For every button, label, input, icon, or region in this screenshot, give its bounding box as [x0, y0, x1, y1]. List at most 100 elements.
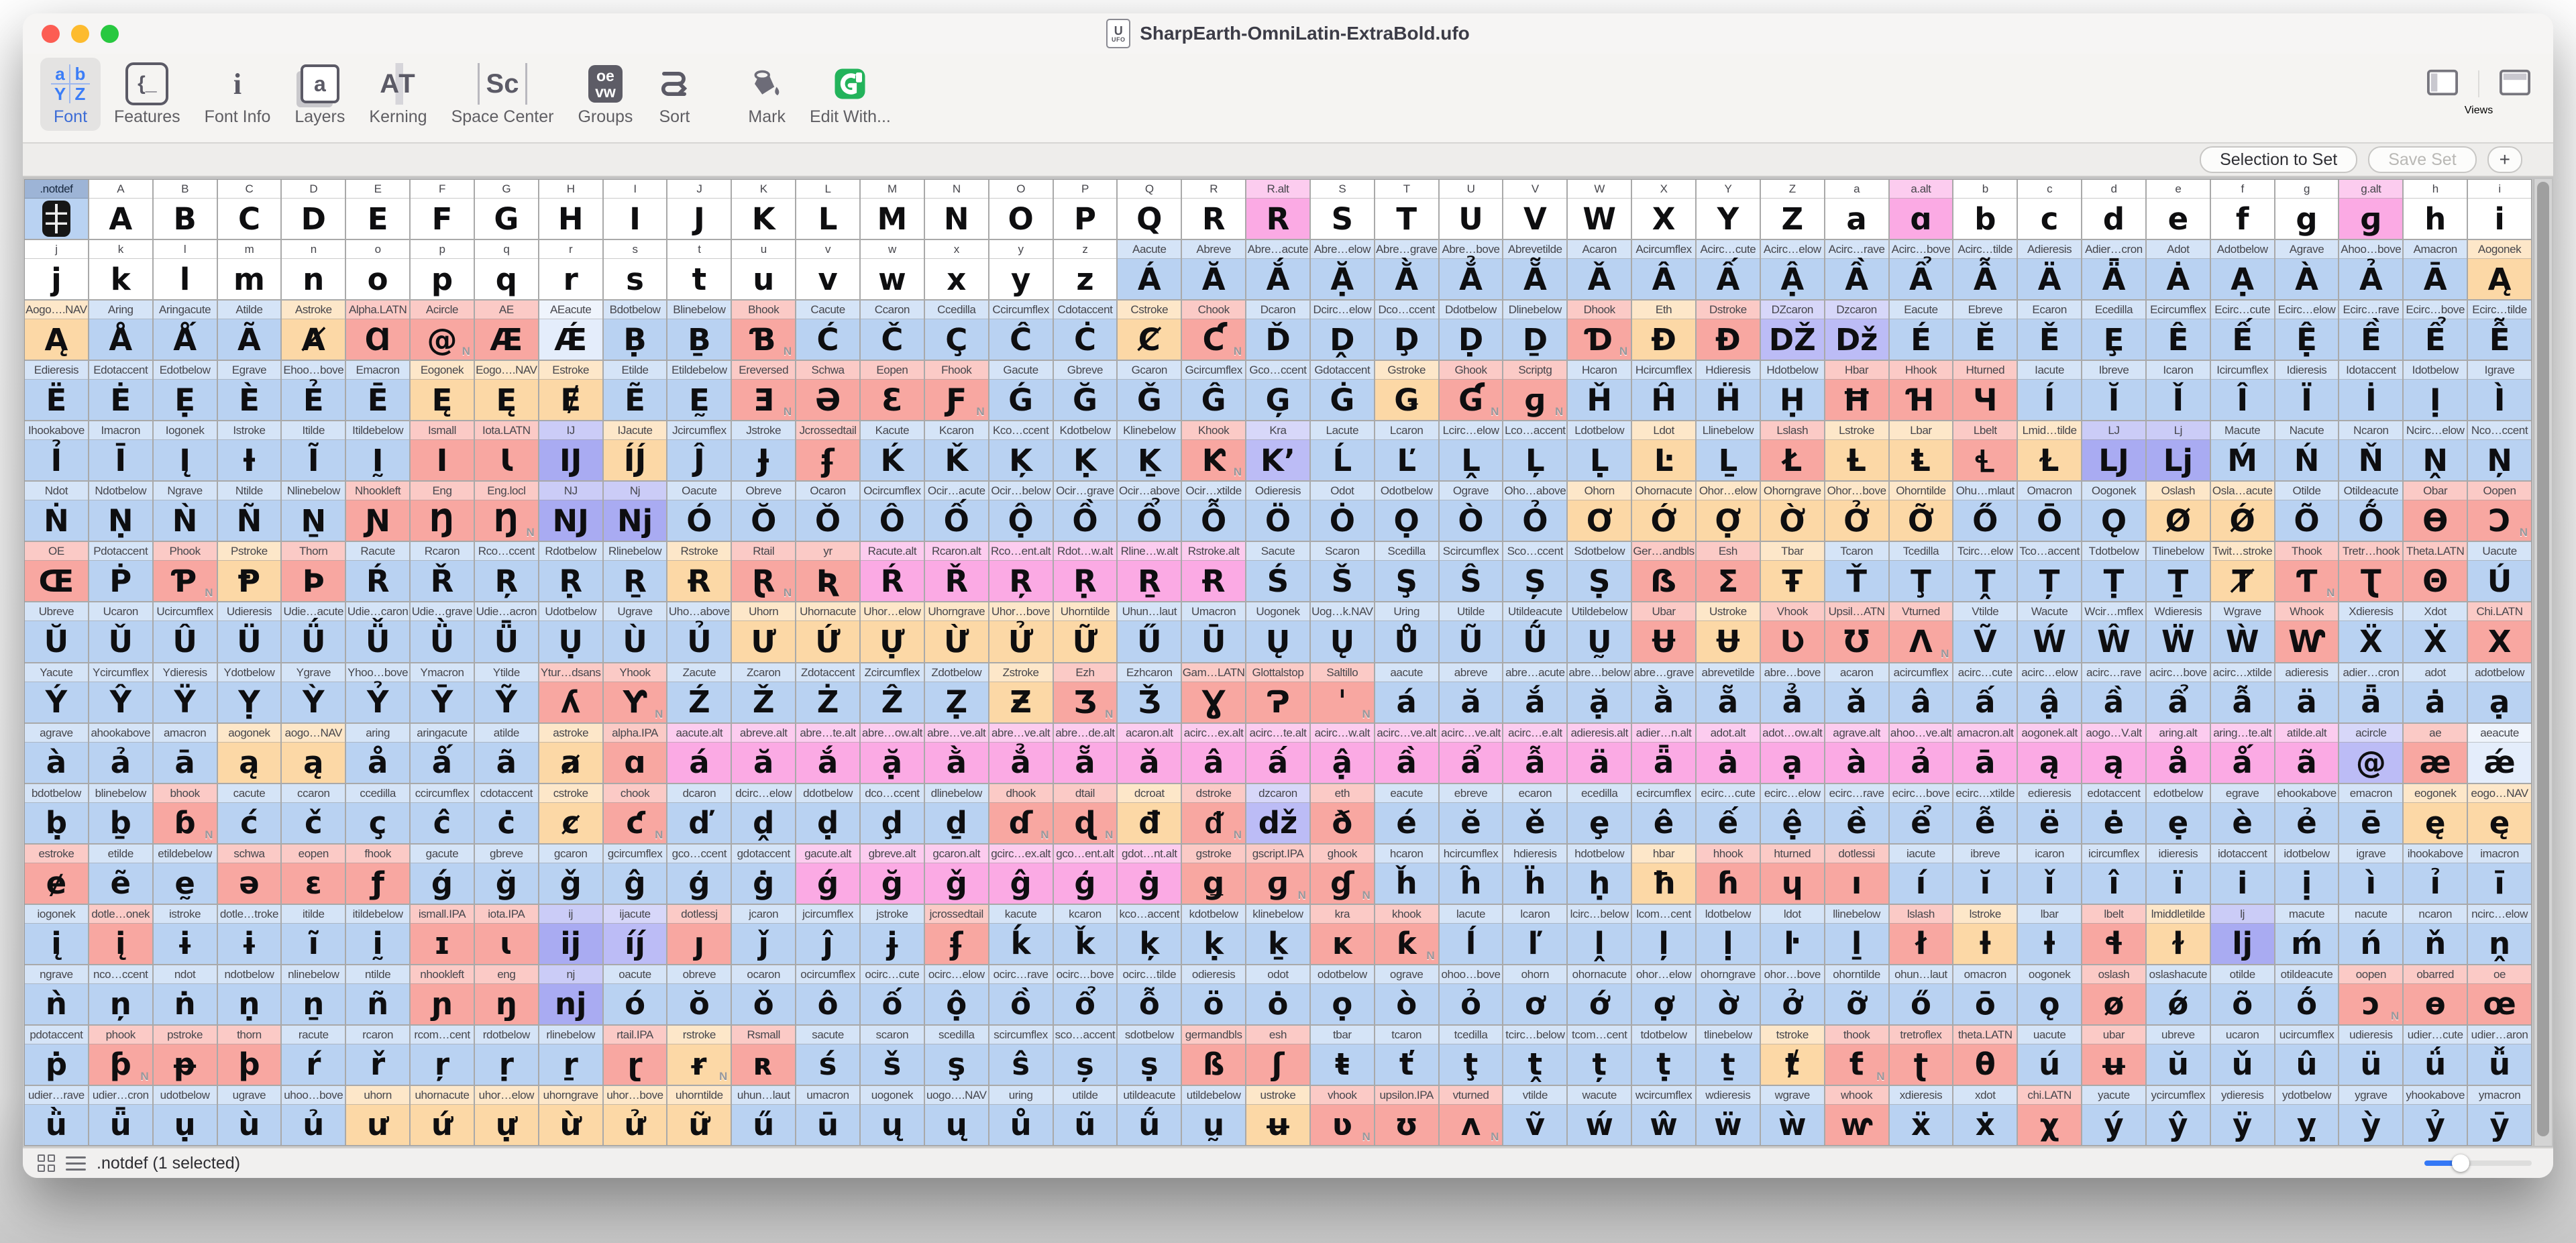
glyph-cell[interactable]: Abre…elow Ặ [1310, 240, 1374, 300]
glyph-cell[interactable]: Ohor…elow Ợ [1696, 482, 1760, 541]
glyph-cell[interactable]: vtilde ṽ [1503, 1085, 1567, 1145]
glyph-cell[interactable]: acircumflex â [1889, 663, 1953, 722]
glyph-cell[interactable]: Eth Ð [1632, 301, 1695, 360]
glyph-cell[interactable]: utilde ũ [1053, 1085, 1117, 1145]
glyph-cell[interactable]: hhook ɦ [1696, 844, 1760, 904]
glyph-cell[interactable]: Uho…above Ủ [667, 602, 731, 662]
glyph-cell[interactable]: whook ⱳ [1825, 1085, 1888, 1145]
glyph-cell[interactable]: Ograve Ò [1439, 482, 1503, 541]
glyph-cell[interactable]: Kdotbelow Ḳ [1053, 421, 1117, 481]
glyph-cell[interactable]: Ocircumflex Ô [860, 482, 924, 541]
glyph-cell[interactable]: Aringacute Ǻ [153, 301, 217, 360]
glyph-cell[interactable]: eogonek ę [2404, 783, 2467, 843]
glyph-cell[interactable]: eng ŋ [474, 965, 538, 1024]
glyph-cell[interactable]: ismall.IPA ɪ [411, 904, 474, 964]
glyph-cell[interactable]: obreve ŏ [667, 965, 731, 1024]
glyph-cell[interactable]: EE [346, 180, 410, 239]
glyph-cell[interactable]: Nhookleft Ɲ [346, 482, 410, 541]
glyph-cell[interactable]: mm [217, 240, 281, 300]
glyph-cell[interactable]: Lacute Ĺ [1310, 421, 1374, 481]
glyph-cell[interactable]: upsilon.IPA ʊ [1375, 1085, 1438, 1145]
glyph-cell[interactable]: Ccedilla Ç [924, 301, 988, 360]
glyph-cell[interactable]: Ahoo…bove Ả [2339, 240, 2403, 300]
glyph-cell[interactable]: abre…ve.alt ằ [924, 723, 988, 783]
glyph-cell[interactable]: aogo…NAV ą [282, 723, 345, 783]
glyph-cell[interactable]: ugrave ù [217, 1085, 281, 1145]
glyph-cell[interactable]: nn [282, 240, 345, 300]
glyph-cell[interactable]: UU [1439, 180, 1503, 239]
glyph-cell[interactable]: Aring Å [89, 301, 152, 360]
glyph-cell[interactable]: II [603, 180, 667, 239]
glyph-cell[interactable]: Klinebelow Ḵ [1118, 421, 1181, 481]
glyph-cell[interactable]: thorn þ [217, 1025, 281, 1085]
glyph-cell[interactable]: a.alt ɑ [1889, 180, 1953, 239]
glyph-cell[interactable]: Khook Ƙ N [1182, 421, 1246, 481]
glyph-cell[interactable]: tcom…cent ț [1568, 1025, 1631, 1085]
glyph-cell[interactable]: Icaron Ǐ [2146, 361, 2210, 421]
glyph-cell[interactable]: Gco…ccent Ģ [1246, 361, 1309, 421]
toolbar-edit-with-button[interactable]: Edit With... [799, 58, 902, 131]
glyph-cell[interactable]: amacron.alt ā [1953, 723, 2017, 783]
minimize-button[interactable] [71, 24, 89, 43]
glyph-cell[interactable]: etildebelow ḛ [153, 844, 217, 904]
glyph-cell[interactable]: ecirc…xtilde ễ [1953, 783, 2017, 843]
glyph-cell[interactable]: Zacute Ź [667, 663, 731, 722]
glyph-cell[interactable]: Tcirc…elow Ṱ [1953, 542, 2017, 602]
glyph-cell[interactable]: xx [924, 240, 988, 300]
glyph-cell[interactable]: kco…accent ķ [1118, 904, 1181, 964]
glyph-cell[interactable]: Udie…grave Ǜ [411, 602, 474, 662]
glyph-cell[interactable]: Scriptg ɡ N [1503, 361, 1567, 421]
glyph-cell[interactable]: Xdot Ẋ [2404, 602, 2467, 662]
glyph-cell[interactable]: Sdotbelow Ṣ [1568, 542, 1631, 602]
glyph-cell[interactable]: sdotbelow ṣ [1118, 1025, 1181, 1085]
glyph-cell[interactable]: Rsmall ʀ [732, 1025, 796, 1085]
glyph-cell[interactable]: phook ƥ N [89, 1025, 152, 1085]
glyph-cell[interactable]: Eacute É [1889, 301, 1953, 360]
glyph-cell[interactable]: Ocir…above Ổ [1118, 482, 1181, 541]
glyph-cell[interactable]: Macute Ḿ [2210, 421, 2274, 481]
glyph-cell[interactable]: umacron ū [796, 1085, 859, 1145]
glyph-cell[interactable]: Ndot Ṅ [25, 482, 88, 541]
glyph-cell[interactable]: Acirc…tilde Ẫ [1953, 240, 2017, 300]
glyph-cell[interactable]: Whook Ⱳ [2275, 602, 2339, 662]
glyph-cell[interactable]: ecirc…rave ề [1825, 783, 1888, 843]
glyph-cell[interactable]: ae æ [2404, 723, 2467, 783]
glyph-cell[interactable]: scaron š [860, 1025, 924, 1085]
glyph-cell[interactable]: ecirc…elow ệ [1760, 783, 1824, 843]
glyph-cell[interactable]: bhook ɓ N [153, 783, 217, 843]
glyph-cell[interactable]: Agrave À [2275, 240, 2339, 300]
vertical-scrollbar[interactable] [2534, 179, 2552, 1146]
glyph-cell[interactable]: nlinebelow ṉ [282, 965, 345, 1024]
glyph-cell[interactable]: Gacute Ǵ [989, 361, 1053, 421]
glyph-cell[interactable]: Umacron Ū [1182, 602, 1246, 662]
glyph-cell[interactable]: ecaron ě [1503, 783, 1567, 843]
toolbar-font-button[interactable]: ab YZ Font [40, 58, 101, 131]
glyph-cell[interactable]: Aogonek Ą [2468, 240, 2531, 300]
glyph-cell[interactable]: dcirc…elow ḓ [732, 783, 796, 843]
glyph-cell[interactable]: Udie…acron Ǖ [474, 602, 538, 662]
glyph-cell[interactable]: uring ů [989, 1085, 1053, 1145]
glyph-cell[interactable]: oo [346, 240, 410, 300]
save-set-button[interactable]: Save Set [2368, 146, 2477, 173]
glyph-cell[interactable]: Oopen Ɔ N [2468, 482, 2531, 541]
glyph-cell[interactable]: otilde õ [2210, 965, 2274, 1024]
glyph-cell[interactable]: gcircumflex ĝ [603, 844, 667, 904]
glyph-cell[interactable]: uhor…bove ử [603, 1085, 667, 1145]
glyph-cell[interactable]: edieresis ë [2018, 783, 2082, 843]
glyph-cell[interactable]: cdotaccent ċ [474, 783, 538, 843]
glyph-cell[interactable]: Ubar Ʉ [1632, 602, 1695, 662]
glyph-cell[interactable]: Ohor…bove Ở [1825, 482, 1888, 541]
glyph-cell[interactable]: Ger…andbls ẞ [1632, 542, 1695, 602]
glyph-cell[interactable]: Ccaron Č [860, 301, 924, 360]
glyph-cell[interactable]: acirc…ex.alt â [1182, 723, 1246, 783]
glyph-cell[interactable]: Llinebelow Ḻ [1696, 421, 1760, 481]
glyph-cell[interactable]: ecirc…bove ể [1889, 783, 1953, 843]
glyph-cell[interactable]: acirc…e.alt ẫ [1503, 723, 1567, 783]
glyph-cell[interactable]: gco…ccent ģ [667, 844, 731, 904]
glyph-cell[interactable]: chook ƈ N [603, 783, 667, 843]
glyph-cell[interactable]: wgrave ẁ [1760, 1085, 1824, 1145]
glyph-cell[interactable]: Hhook Ɦ [1889, 361, 1953, 421]
glyph-cell[interactable]: eogo…NAV ę [2468, 783, 2531, 843]
glyph-cell[interactable]: Pstroke Ᵽ [217, 542, 281, 602]
glyph-cell[interactable]: aogonek.alt ą [2018, 723, 2082, 783]
